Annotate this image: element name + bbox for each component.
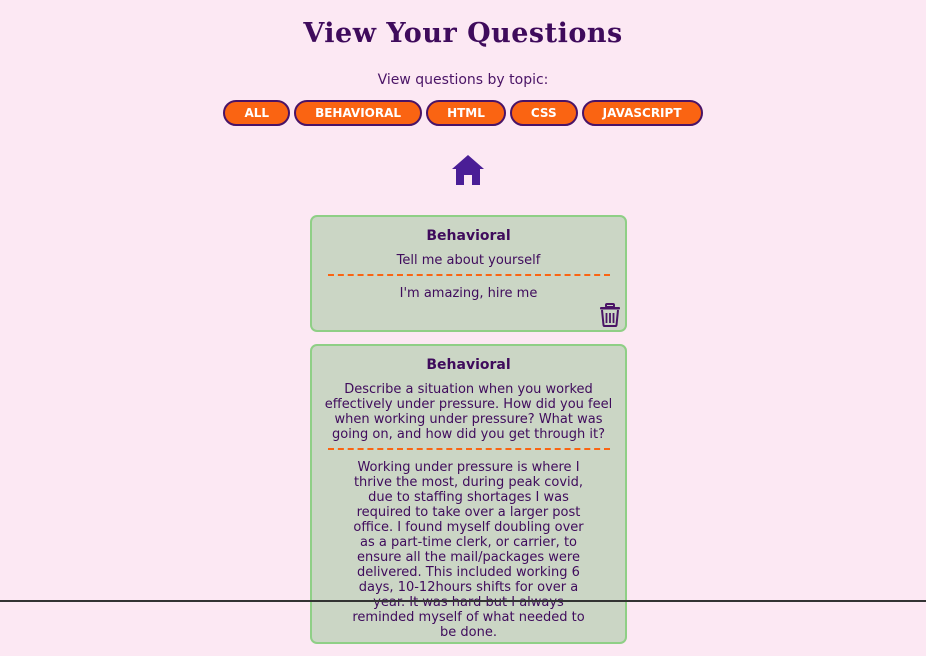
card-divider [327,448,610,450]
topic-button-all[interactable]: ALL [223,100,291,126]
page-title: View Your Questions [303,18,623,49]
card-topic: Behavioral [426,357,511,373]
card-question: Tell me about yourself [396,253,541,268]
question-card: Behavioral Tell me about yourself I'm am… [310,215,627,332]
card-question: Describe a situation when you worked eff… [324,382,613,442]
card-answer: Working under pressure is where I thrive… [352,460,585,640]
topic-button-html[interactable]: HTML [426,100,506,126]
home-icon [452,155,484,185]
question-card: Behavioral Describe a situation when you… [310,344,627,644]
card-answer: I'm amazing, hire me [399,286,538,301]
topic-prompt: View questions by topic: [377,72,549,88]
topic-button-css[interactable]: CSS [509,100,578,126]
home-link[interactable] [451,154,485,186]
topic-filter-bar: ALL BEHAVIORAL HTML CSS JAVASCRIPT [0,100,926,126]
card-divider [327,274,610,276]
topic-button-javascript[interactable]: JAVASCRIPT [581,100,703,126]
trash-icon[interactable] [599,303,621,327]
topic-button-behavioral[interactable]: BEHAVIORAL [294,100,423,126]
question-list: Behavioral Tell me about yourself I'm am… [310,215,627,656]
card-topic: Behavioral [426,228,511,244]
